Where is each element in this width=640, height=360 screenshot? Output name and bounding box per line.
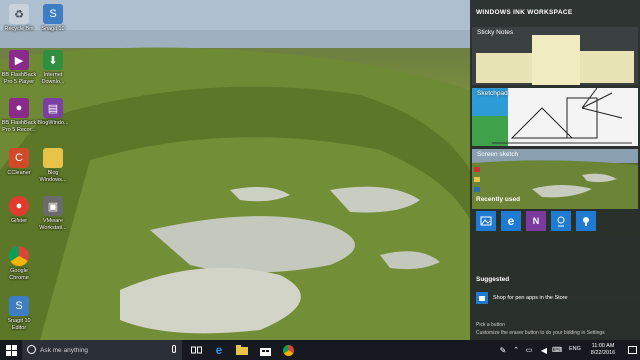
chrome-icon: [9, 246, 29, 266]
desktop-icon-label: Internet Downlo...: [41, 72, 65, 85]
desktop-icon-recycle-bin[interactable]: ♻ Recycle Bin: [2, 4, 36, 33]
desktop-icon-label: CCleaner: [7, 170, 31, 176]
task-view-button[interactable]: [190, 344, 202, 356]
desktop-icon-snagit-editor[interactable]: S Snagit 10 Editor: [2, 296, 36, 331]
suggestion-text: Shop for pen apps in the Store: [493, 295, 568, 301]
suggestion-store-link[interactable]: Shop for pen apps in the Store: [476, 292, 568, 304]
folder-icon: [236, 345, 248, 355]
vmware-icon: ▣: [43, 196, 63, 216]
maps-icon: [557, 216, 565, 227]
store-icon: [476, 292, 488, 304]
panel-title: WINDOWS INK WORKSPACE: [476, 9, 573, 16]
recent-app-photos[interactable]: [476, 211, 496, 231]
flashback-player-icon: ▶: [9, 50, 29, 70]
gifster-icon: ●: [9, 196, 29, 216]
taskbar: Ask me anything e ✎ ⌃ ▭ ◀ ⌨ ENG 11:00 AM…: [0, 340, 640, 360]
recent-app-edge[interactable]: e: [501, 211, 521, 231]
flashback-recorder-icon: ●: [9, 98, 29, 118]
onenote-icon: N: [532, 216, 540, 226]
desktop-icon-chrome[interactable]: Google Chrome: [2, 246, 36, 281]
task-view-icon: [190, 346, 202, 354]
desktop-icon-flashback-player[interactable]: ▶ BB FlashBack Pro 5 Player: [2, 50, 36, 85]
tray-show-hidden[interactable]: ⌃: [510, 344, 522, 356]
action-center-button[interactable]: [626, 344, 638, 356]
desktop-icon-label: BB FlashBack Pro 5 Recor...: [1, 120, 37, 133]
tray-network[interactable]: ▭: [523, 344, 535, 356]
desktop-icon-label: BlogWindo...: [37, 120, 69, 126]
chevron-up-icon: ⌃: [513, 347, 519, 354]
ink-workspace-panel: WINDOWS INK WORKSPACE Sticky Notes Sketc…: [470, 0, 640, 340]
desktop-icon-internet-download[interactable]: ⬇ Internet Downlo...: [36, 50, 70, 85]
tray-pen-button[interactable]: ✎: [497, 344, 509, 356]
folder-icon: [43, 148, 63, 168]
taskbar-chrome[interactable]: [282, 344, 294, 356]
desktop-icon-vmware[interactable]: ▣ VMware Workstati...: [36, 196, 70, 231]
internet-download-icon: ⬇: [43, 50, 63, 70]
microphone-icon[interactable]: [172, 345, 176, 353]
clock[interactable]: 11:00 AM 8/22/2016: [582, 343, 624, 357]
desktop-icon-flashback-recorder[interactable]: ● BB FlashBack Pro 5 Recor...: [2, 98, 36, 133]
clock-time: 11:00 AM: [591, 343, 615, 349]
ccleaner-icon: C: [9, 148, 29, 168]
sketchpad-label: Sketchpad: [477, 90, 508, 97]
clock-date: 8/22/2016: [590, 350, 616, 356]
recently-used-heading: Recently used: [476, 196, 521, 203]
desktop-icon-gifster[interactable]: ● Gifster: [2, 196, 36, 225]
language-indicator[interactable]: ENG: [569, 346, 581, 352]
chrome-icon: [282, 344, 294, 356]
sketchpad-card[interactable]: Sketchpad: [472, 88, 638, 146]
recent-app-maps[interactable]: [551, 211, 571, 231]
recycle-bin-icon: ♻: [9, 4, 29, 24]
taskbar-store[interactable]: [259, 344, 271, 356]
snagit-icon: S: [43, 4, 63, 24]
cortana-icon: [27, 345, 36, 354]
search-box[interactable]: Ask me anything: [22, 340, 182, 360]
desktop-icon-label: Snagit 10 Editor: [7, 318, 31, 331]
taskbar-file-explorer[interactable]: [236, 344, 248, 356]
sticky-notes-label: Sticky Notes: [477, 29, 514, 36]
desktop-icon-blog-folder[interactable]: Blog Windows...: [36, 148, 70, 183]
suggested-heading: Suggested: [476, 276, 510, 283]
snagit-editor-icon: S: [9, 296, 29, 316]
desktop-icon-label: Snagit 10: [41, 26, 65, 32]
screen-sketch-label: Screen sketch: [477, 151, 519, 158]
network-icon: ▭: [525, 347, 533, 354]
desktop-icon-label: BB FlashBack Pro 5 Player: [1, 72, 37, 85]
start-button[interactable]: [5, 344, 17, 356]
recent-app-onenote[interactable]: N: [526, 211, 546, 231]
desktop-icon-label: Blog Windows...: [39, 170, 67, 183]
photos-icon: [480, 216, 492, 226]
tips-icon: [583, 217, 589, 226]
edge-icon: e: [215, 343, 223, 357]
pick-button-description[interactable]: Customize the eraser button to do your b…: [476, 330, 605, 336]
windows-logo-icon: [5, 344, 17, 356]
recent-app-tips[interactable]: [576, 211, 596, 231]
search-placeholder: Ask me anything: [40, 346, 89, 354]
desktop-icon-label: VMware Workstati...: [39, 218, 67, 231]
desktop-icon-label: Gifster: [10, 218, 28, 224]
taskbar-edge[interactable]: e: [213, 343, 225, 357]
desktop-icon-label: Google Chrome: [9, 268, 29, 281]
keyboard-icon: ⌨: [551, 347, 563, 354]
desktop-icon-ccleaner[interactable]: C CCleaner: [2, 148, 36, 177]
desktop-icon-blogwindows-archive[interactable]: ▤ BlogWindo...: [36, 98, 70, 127]
tray-keyboard[interactable]: ⌨: [551, 344, 563, 356]
archive-icon: ▤: [43, 98, 63, 118]
edge-icon: e: [507, 214, 515, 228]
store-icon: [259, 347, 271, 356]
volume-icon: ◀: [540, 345, 548, 355]
notification-icon: [627, 345, 637, 354]
desktop-icon-snagit[interactable]: S Snagit 10: [36, 4, 70, 33]
pen-icon: ✎: [499, 345, 507, 355]
sticky-notes-card[interactable]: Sticky Notes: [472, 27, 638, 85]
desktop-icon-label: Recycle Bin: [4, 26, 34, 32]
pick-button-title: Pick a button: [476, 322, 505, 328]
tray-volume[interactable]: ◀: [538, 344, 550, 356]
